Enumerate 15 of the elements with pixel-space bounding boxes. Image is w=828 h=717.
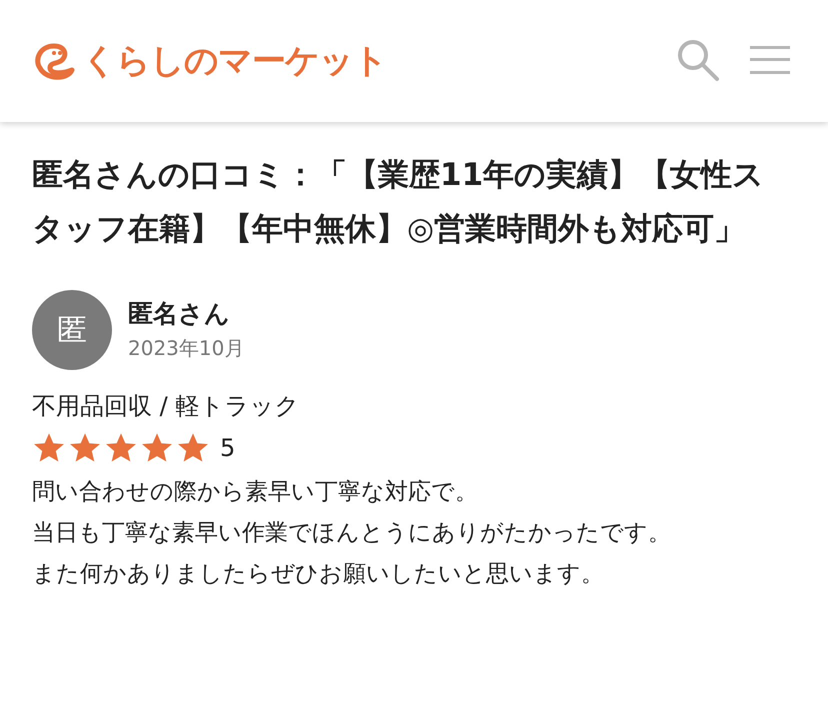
star-icon — [104, 432, 138, 464]
star-icon — [32, 432, 66, 464]
review-text-line: 当日も丁寧な素早い作業でほんとうにありがたかったです。 — [32, 519, 672, 548]
star-icon — [68, 432, 102, 464]
rating-score: 5 — [220, 434, 236, 462]
page-title: 匿名さんの口コミ：「【業歴11年の実績】【女性スタッフ在籍】【年中無休】◎営業時間外も対応可」 — [32, 156, 766, 249]
avatar: 匿 — [32, 290, 112, 370]
star-icon — [140, 432, 174, 464]
review-text-line: また何かありましたらぜひお願いしたいと思います。 — [32, 560, 605, 589]
reviewer-name: 匿名さん — [128, 298, 231, 330]
service-category: 不用品回収 / 軽トラック — [32, 391, 300, 422]
review-text-line: 問い合わせの際から素早い丁寧な対応で。 — [32, 478, 479, 507]
review-date: 2023年10月 — [128, 335, 244, 362]
star-icon — [176, 432, 210, 464]
logo-text[interactable]: くらしのマーケット — [82, 38, 387, 84]
